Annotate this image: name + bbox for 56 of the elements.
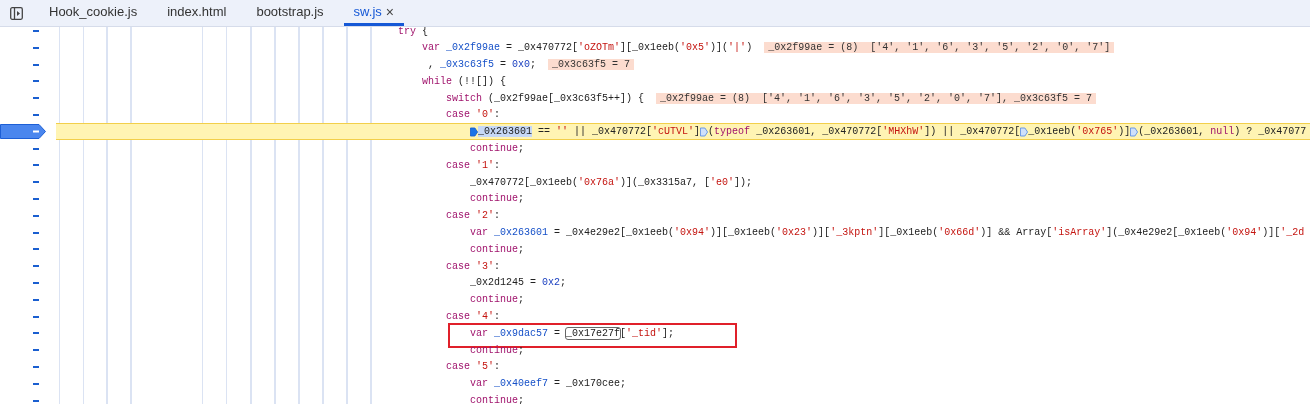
code-line: while (!![]) { [422,75,507,87]
breakpoint-slot-icon[interactable] [33,147,39,150]
close-icon[interactable]: × [385,3,394,20]
code-line: case '1': [446,159,501,171]
breakpoint-slot-icon[interactable] [33,80,39,83]
breakpoint-slot-icon[interactable] [33,298,39,301]
code-line: , _0x3c63f5 = 0x0; [428,59,537,71]
code-line: case '0': [446,109,501,121]
breakpoint-slot-icon[interactable] [33,281,39,284]
breakpoint-slot-icon[interactable] [33,315,39,318]
code-line: case '3': [446,260,501,272]
file-tab[interactable]: index.html [157,0,237,26]
breakpoint-slot-icon[interactable] [33,332,39,335]
execution-pointer-icon[interactable] [0,124,46,140]
code-line: _0x470772[_0x1eeb('0x76a')](_0x3315a7, ['e0']); [470,176,753,188]
breakpoint-slot-icon[interactable] [33,97,39,100]
code-line: var _0x40eef7 = _0x170cee; [470,378,627,390]
code-line: case '2': [446,210,501,222]
file-tab[interactable]: bootstrap.js [246,0,334,26]
code-line: switch (_0x2f99ae[_0x3c63f5++]) { [446,92,645,104]
code-line: continue; [470,243,525,255]
code-text: (_0x263601, null) ? _0x47077 [1138,126,1307,138]
code-line: case '4': [446,311,501,323]
breakpoint-slot-icon[interactable] [33,265,39,268]
code-line: _0x2d1245 = 0x2; [470,277,567,289]
breakpoint-slot-icon[interactable] [33,349,39,352]
breakpoint-slot-icon[interactable] [33,46,39,49]
code-line: continue; [470,395,525,404]
code-line: continue; [470,344,525,356]
breakpoint-slot-icon[interactable] [33,63,39,66]
code-text: _0x1eeb('0x765')] [1028,126,1131,138]
code-line: try { [398,27,429,37]
code-line: var _0x2f99ae = _0x470772['oZOTm'][_0x1eeb('0x5')]('|') [422,42,753,54]
code-line: continue; [470,294,525,306]
inline-value: _0x2f99ae = (8) ['4', '1', '6', '3', '5', '2', '0', '7'], _0x3c63f5 = 7 [656,92,1097,104]
code-text: _0x263601 == '' || _0x470772['cUTVL'] [478,126,701,138]
file-tab[interactable]: Hook_cookie.js [39,0,148,26]
inline-value: _0x3c63f5 = 7 [548,59,635,71]
breakpoint-slot-icon[interactable] [33,197,39,200]
inline-value: _0x2f99ae = (8) ['4', '1', '6', '3', '5', '2', '0', '7'] [764,42,1115,54]
code-line: case '5': [446,361,501,373]
breakpoint-slot-icon[interactable] [33,248,39,251]
code-line: var _0x263601 = _0x4e29e2[_0x1eeb('0x94')][_0x1eeb('0x23')]['_3kptn'][_0x1eeb('0x66d')] && Array['isArray'](_0x4e29e2[_0x1eeb('0x94')]['_2d [470,227,1305,239]
code-text: (typeof _0x263601, _0x470772['MHXhW']) || _0x470772[ [708,126,1021,138]
code-line: continue; [470,143,525,155]
breakpoint-slot-icon[interactable] [33,164,39,167]
code-line: continue; [470,193,525,205]
code-line: var _0x9dac57 = _0x17e27f['_tid']; [470,327,675,339]
breakpoint-slot-icon[interactable] [33,399,39,402]
sidebar-toggle-icon[interactable] [10,7,23,20]
breakpoint-slot-icon[interactable] [33,214,39,217]
breakpoint-slot-icon[interactable] [33,231,39,234]
file-tab[interactable]: sw.js × [343,0,404,26]
breakpoint-slot-icon[interactable] [33,181,39,184]
breakpoint-slot-icon[interactable] [33,382,39,385]
breakpoint-slot-icon[interactable] [33,365,39,368]
